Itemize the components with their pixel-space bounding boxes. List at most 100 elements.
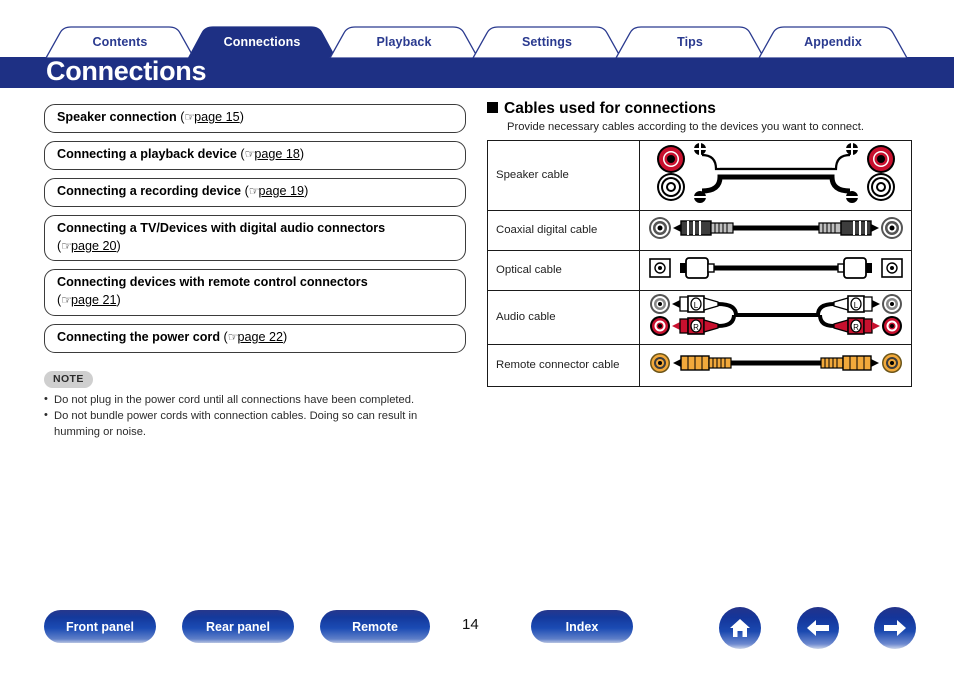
pointing-hand-icon: ☞ [61,293,72,308]
cable-name: Speaker cable [487,140,640,211]
tab-connections[interactable]: Connections [186,26,338,59]
table-row: Remote connector cable [487,344,912,387]
white-terminal-left [657,173,685,201]
paren-close: ) [116,293,121,308]
pointing-hand-icon: ☞ [244,146,256,161]
coaxial-digital-cable-diagram [639,210,912,251]
red-terminal-right [867,145,895,173]
cable-name: Coaxial digital cable [487,210,640,251]
remote-button[interactable]: Remote [320,610,430,643]
table-row: Audio cable L R L R [487,290,912,345]
front-panel-button[interactable]: Front panel [44,610,156,643]
link-connecting-recording-device[interactable]: Connecting a recording device (☞page 19) [44,177,466,207]
link-title: Connecting devices with remote control c… [57,275,368,290]
section-subtitle: Provide necessary cables according to th… [507,121,864,133]
audio-cable-diagram: L R L R [639,290,912,345]
tab-label: Contents [92,35,148,49]
link-title: Connecting the power cord [57,330,221,345]
audio-cable-icon: L R L R [650,294,902,336]
speaker-cable-diagram [639,140,912,211]
tab-appendix[interactable]: Appendix [757,26,909,58]
right-column: Cables used for connections Provide nece… [487,100,912,387]
optical-cable-icon [649,257,903,279]
section-heading: Cables used for connections [487,100,912,118]
tab-bar: Contents Connections Playback Settings T [0,26,954,59]
red-terminal-left [657,145,685,173]
link-connecting-tv-digital-audio[interactable]: Connecting a TV/Devices with digital aud… [44,214,466,262]
left-channel-label: L [854,301,859,310]
audio-jack-right-red [882,316,902,336]
remote-jack-right [882,353,902,373]
page-reference[interactable]: page 15 [194,110,240,124]
remote-jack-left [650,353,670,373]
page-title: Connections [46,56,207,86]
note-list: Do not plug in the power cord until all … [44,392,466,441]
button-label: Remote [352,619,398,634]
optical-cable-diagram [639,250,912,291]
page-reference[interactable]: page 22 [238,330,284,344]
link-ref: (☞page 19) [241,183,309,198]
button-label: Front panel [65,619,135,634]
minus-mark-right [846,191,858,203]
rear-panel-button[interactable]: Rear panel [182,610,294,643]
coax-jack-left [649,217,671,239]
page-reference[interactable]: page 20 [71,239,117,253]
home-icon [730,619,750,637]
right-channel-label: R [693,323,699,332]
note-item: Do not plug in the power cord until all … [44,392,466,409]
link-title: Speaker connection [57,110,177,124]
tab-settings[interactable]: Settings [471,26,623,58]
page-reference[interactable]: page 19 [259,184,305,198]
link-connecting-power-cord[interactable]: Connecting the power cord (☞page 22) [44,324,466,353]
link-ref: (☞page 15) [177,110,244,124]
link-ref: (☞page 21) [57,293,121,307]
section-title: Cables used for connections [504,100,716,117]
speaker-cable-icon [657,143,895,203]
tab-label: Tips [677,35,703,49]
link-connecting-remote-control[interactable]: Connecting devices with remote control c… [44,269,466,317]
audio-jack-left-white [650,294,670,314]
cable-name: Remote connector cable [487,344,640,387]
paren-close: ) [239,110,244,124]
page-reference[interactable]: page 18 [254,147,300,161]
white-terminal-right [867,173,895,201]
cable-name: Optical cable [487,250,640,291]
home-button[interactable] [719,607,761,649]
table-row: Speaker cable [487,140,912,211]
pointing-hand-icon: ☞ [61,238,72,253]
link-speaker-connection[interactable]: Speaker connection (☞page 15) [44,104,466,133]
left-channel-label: L [694,301,699,310]
tab-playback[interactable]: Playback [328,26,480,58]
plus-mark-right [846,143,858,155]
manual-page: Contents Connections Playback Settings T [0,0,954,673]
forward-button[interactable] [874,607,916,649]
tab-tips[interactable]: Tips [614,26,766,58]
arrow-right-icon [884,620,906,636]
cable-name: Audio cable [487,290,640,345]
audio-jack-right-white [882,294,902,314]
button-label: Index [565,619,599,634]
link-ref: (☞page 20) [57,239,121,253]
table-row: Coaxial digital cable [487,210,912,251]
link-title: Connecting a recording device [57,183,242,198]
note-item: Do not bundle power cords with connectio… [44,408,466,441]
audio-jack-left-red [650,316,670,336]
page-number: 14 [462,616,479,633]
link-connecting-playback-device[interactable]: Connecting a playback device (☞page 18) [44,140,466,170]
link-title: Connecting a playback device [57,146,237,161]
pointing-hand-icon: ☞ [227,330,239,345]
paren-close: ) [304,183,309,198]
note-badge: NOTE [44,371,93,388]
cables-table: Speaker cable Coaxial digital cable Opti… [487,140,912,387]
index-button[interactable]: Index [531,610,633,643]
page-reference[interactable]: page 21 [71,293,117,307]
square-bullet-icon [487,102,498,113]
tab-contents[interactable]: Contents [44,26,196,58]
remote-cable-icon [650,353,902,373]
link-title: Connecting a TV/Devices with digital aud… [57,220,386,235]
tab-label: Playback [376,35,432,49]
plus-mark-left [694,143,706,155]
back-button[interactable] [797,607,839,649]
coax-jack-right [881,217,903,239]
left-column: Speaker connection (☞page 15) Connecting… [44,104,466,441]
